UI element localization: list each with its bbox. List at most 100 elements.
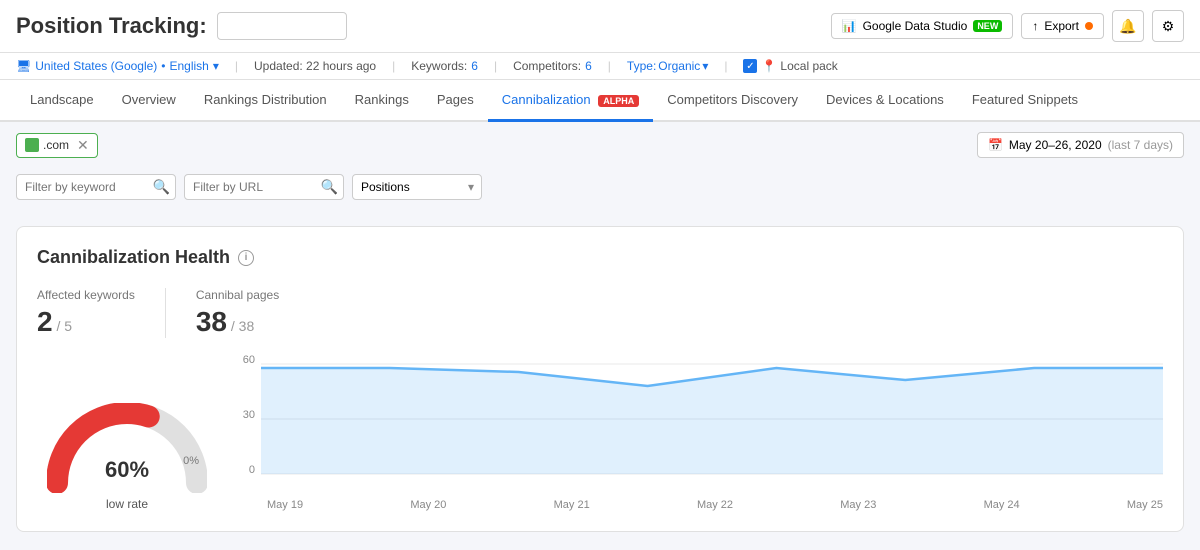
- x-label-may21: May 21: [554, 499, 590, 511]
- tab-featured-snippets[interactable]: Featured Snippets: [958, 80, 1092, 122]
- x-label-may25: May 25: [1127, 499, 1163, 511]
- settings-button[interactable]: ⚙: [1152, 10, 1184, 42]
- keywords-item: Keywords: 6: [411, 59, 478, 73]
- x-label-may20: May 20: [410, 499, 446, 511]
- bell-button[interactable]: 🔔: [1112, 10, 1144, 42]
- x-label-may19: May 19: [267, 499, 303, 511]
- url-filter-wrap: 🔍: [184, 174, 344, 200]
- x-label-may23: May 23: [840, 499, 876, 511]
- info-icon[interactable]: i: [238, 250, 254, 266]
- competitors-link[interactable]: 6: [585, 59, 592, 73]
- local-pack-item: 📍 Local pack: [743, 59, 837, 73]
- positions-select-wrap: Positions ▾: [352, 174, 482, 200]
- cannibal-pages-metric: Cannibal pages 38 / 38: [165, 288, 309, 338]
- alpha-badge: ALPHA: [598, 95, 639, 107]
- tab-pages[interactable]: Pages: [423, 80, 488, 122]
- affected-keywords-label: Affected keywords: [37, 288, 135, 302]
- separator-dot: •: [161, 59, 165, 73]
- filter-bar: .com ✕ 📅 May 20–26, 2020 (last 7 days): [0, 122, 1200, 168]
- gauge-percentage: 60%: [105, 457, 149, 483]
- domain-color-icon: [25, 138, 39, 152]
- local-pack-label: Local pack: [780, 59, 837, 73]
- location-label: United States (Google): [35, 59, 157, 73]
- date-range-button[interactable]: 📅 May 20–26, 2020 (last 7 days): [977, 132, 1184, 158]
- cannibal-pages-value: 38 / 38: [196, 306, 279, 338]
- title-input[interactable]: [217, 12, 347, 40]
- chevron-down-icon: ▾: [213, 59, 219, 73]
- affected-keywords-value: 2 / 5: [37, 306, 135, 338]
- x-labels: May 19 May 20 May 21 May 22 May 23 May 2…: [237, 499, 1163, 511]
- keyword-search-icon[interactable]: 🔍: [153, 179, 170, 196]
- tab-competitors-discovery[interactable]: Competitors Discovery: [653, 80, 812, 122]
- export-icon: ↑: [1032, 19, 1038, 33]
- separator-1: |: [235, 59, 238, 73]
- tab-overview[interactable]: Overview: [108, 80, 190, 122]
- settings-icon: ⚙: [1162, 18, 1175, 35]
- separator-2: |: [392, 59, 395, 73]
- url-search-icon[interactable]: 🔍: [321, 179, 338, 196]
- gauge-zero-label: 0%: [183, 455, 199, 467]
- top-actions: 📊 Google Data Studio NEW ↑ Export 🔔 ⚙: [831, 10, 1184, 42]
- keywords-label: Keywords:: [411, 59, 467, 73]
- bell-icon: 🔔: [1119, 18, 1136, 35]
- keywords-link[interactable]: 6: [471, 59, 478, 73]
- gauge-rate-label: low rate: [106, 497, 148, 511]
- y-label-60: 60: [237, 354, 255, 366]
- domain-tag: .com ✕: [16, 133, 98, 158]
- language-label: English: [170, 59, 209, 73]
- pin-icon: 📍: [761, 59, 776, 73]
- positions-select[interactable]: Positions: [352, 174, 482, 200]
- export-button[interactable]: ↑ Export: [1021, 13, 1104, 39]
- line-chart-wrap: 60 30 0: [237, 354, 1163, 511]
- page-title-area: Position Tracking:: [16, 12, 347, 40]
- y-label-0: 0: [237, 464, 255, 476]
- keyword-filter-wrap: 🔍: [16, 174, 176, 200]
- chart-section: 60% 0% low rate 60 30 0: [37, 354, 1163, 511]
- competitors-label: Competitors:: [513, 59, 581, 73]
- local-pack-checkbox[interactable]: [743, 59, 757, 73]
- card-title-row: Cannibalization Health i: [37, 247, 1163, 268]
- cannibal-total: / 38: [227, 318, 254, 334]
- y-label-30: 30: [237, 409, 255, 421]
- calendar-icon: 📅: [988, 138, 1003, 152]
- tab-cannibalization-label: Cannibalization: [502, 92, 591, 107]
- domain-text: .com: [43, 138, 69, 152]
- metrics-row: Affected keywords 2 / 5 Cannibal pages 3…: [37, 288, 1163, 338]
- location-icon: 🖥: [16, 59, 31, 73]
- date-suffix: (last 7 days): [1108, 138, 1173, 152]
- separator-3: |: [494, 59, 497, 73]
- gds-button[interactable]: 📊 Google Data Studio NEW: [831, 13, 1014, 39]
- competitors-item: Competitors: 6: [513, 59, 592, 73]
- main-content: Cannibalization Health i Affected keywor…: [0, 210, 1200, 548]
- tab-cannibalization[interactable]: Cannibalization ALPHA: [488, 80, 654, 122]
- affected-keywords-metric: Affected keywords 2 / 5: [37, 288, 165, 338]
- domain-remove-button[interactable]: ✕: [77, 137, 89, 154]
- location-link[interactable]: 🖥 United States (Google) • English ▾: [16, 59, 219, 73]
- type-label: Type:: [627, 59, 656, 73]
- separator-4: |: [608, 59, 611, 73]
- line-chart-svg: [261, 354, 1163, 494]
- page-title: Position Tracking:: [16, 13, 207, 39]
- nav-tabs: Landscape Overview Rankings Distribution…: [0, 80, 1200, 122]
- top-bar: Position Tracking: 📊 Google Data Studio …: [0, 0, 1200, 53]
- tab-devices-locations[interactable]: Devices & Locations: [812, 80, 958, 122]
- affected-value: 2: [37, 306, 53, 337]
- type-item[interactable]: Type: Organic ▾: [627, 59, 708, 73]
- export-label: Export: [1044, 19, 1079, 33]
- tab-rankings[interactable]: Rankings: [341, 80, 423, 122]
- gds-label: Google Data Studio: [863, 19, 968, 33]
- cannibal-pages-label: Cannibal pages: [196, 288, 279, 302]
- filter-left: .com ✕: [16, 133, 98, 158]
- cannibalization-health-card: Cannibalization Health i Affected keywor…: [16, 226, 1184, 532]
- gauge-wrap: 60% 0% low rate: [37, 403, 217, 511]
- separator-5: |: [724, 59, 727, 73]
- sub-bar: 🖥 United States (Google) • English ▾ | U…: [0, 53, 1200, 80]
- x-label-may24: May 24: [984, 499, 1020, 511]
- tab-rankings-distribution[interactable]: Rankings Distribution: [190, 80, 341, 122]
- new-badge: NEW: [973, 20, 1002, 32]
- card-title: Cannibalization Health: [37, 247, 230, 268]
- type-chevron: ▾: [702, 59, 708, 73]
- tab-landscape[interactable]: Landscape: [16, 80, 108, 122]
- filter-right: 📅 May 20–26, 2020 (last 7 days): [977, 132, 1184, 158]
- x-label-may22: May 22: [697, 499, 733, 511]
